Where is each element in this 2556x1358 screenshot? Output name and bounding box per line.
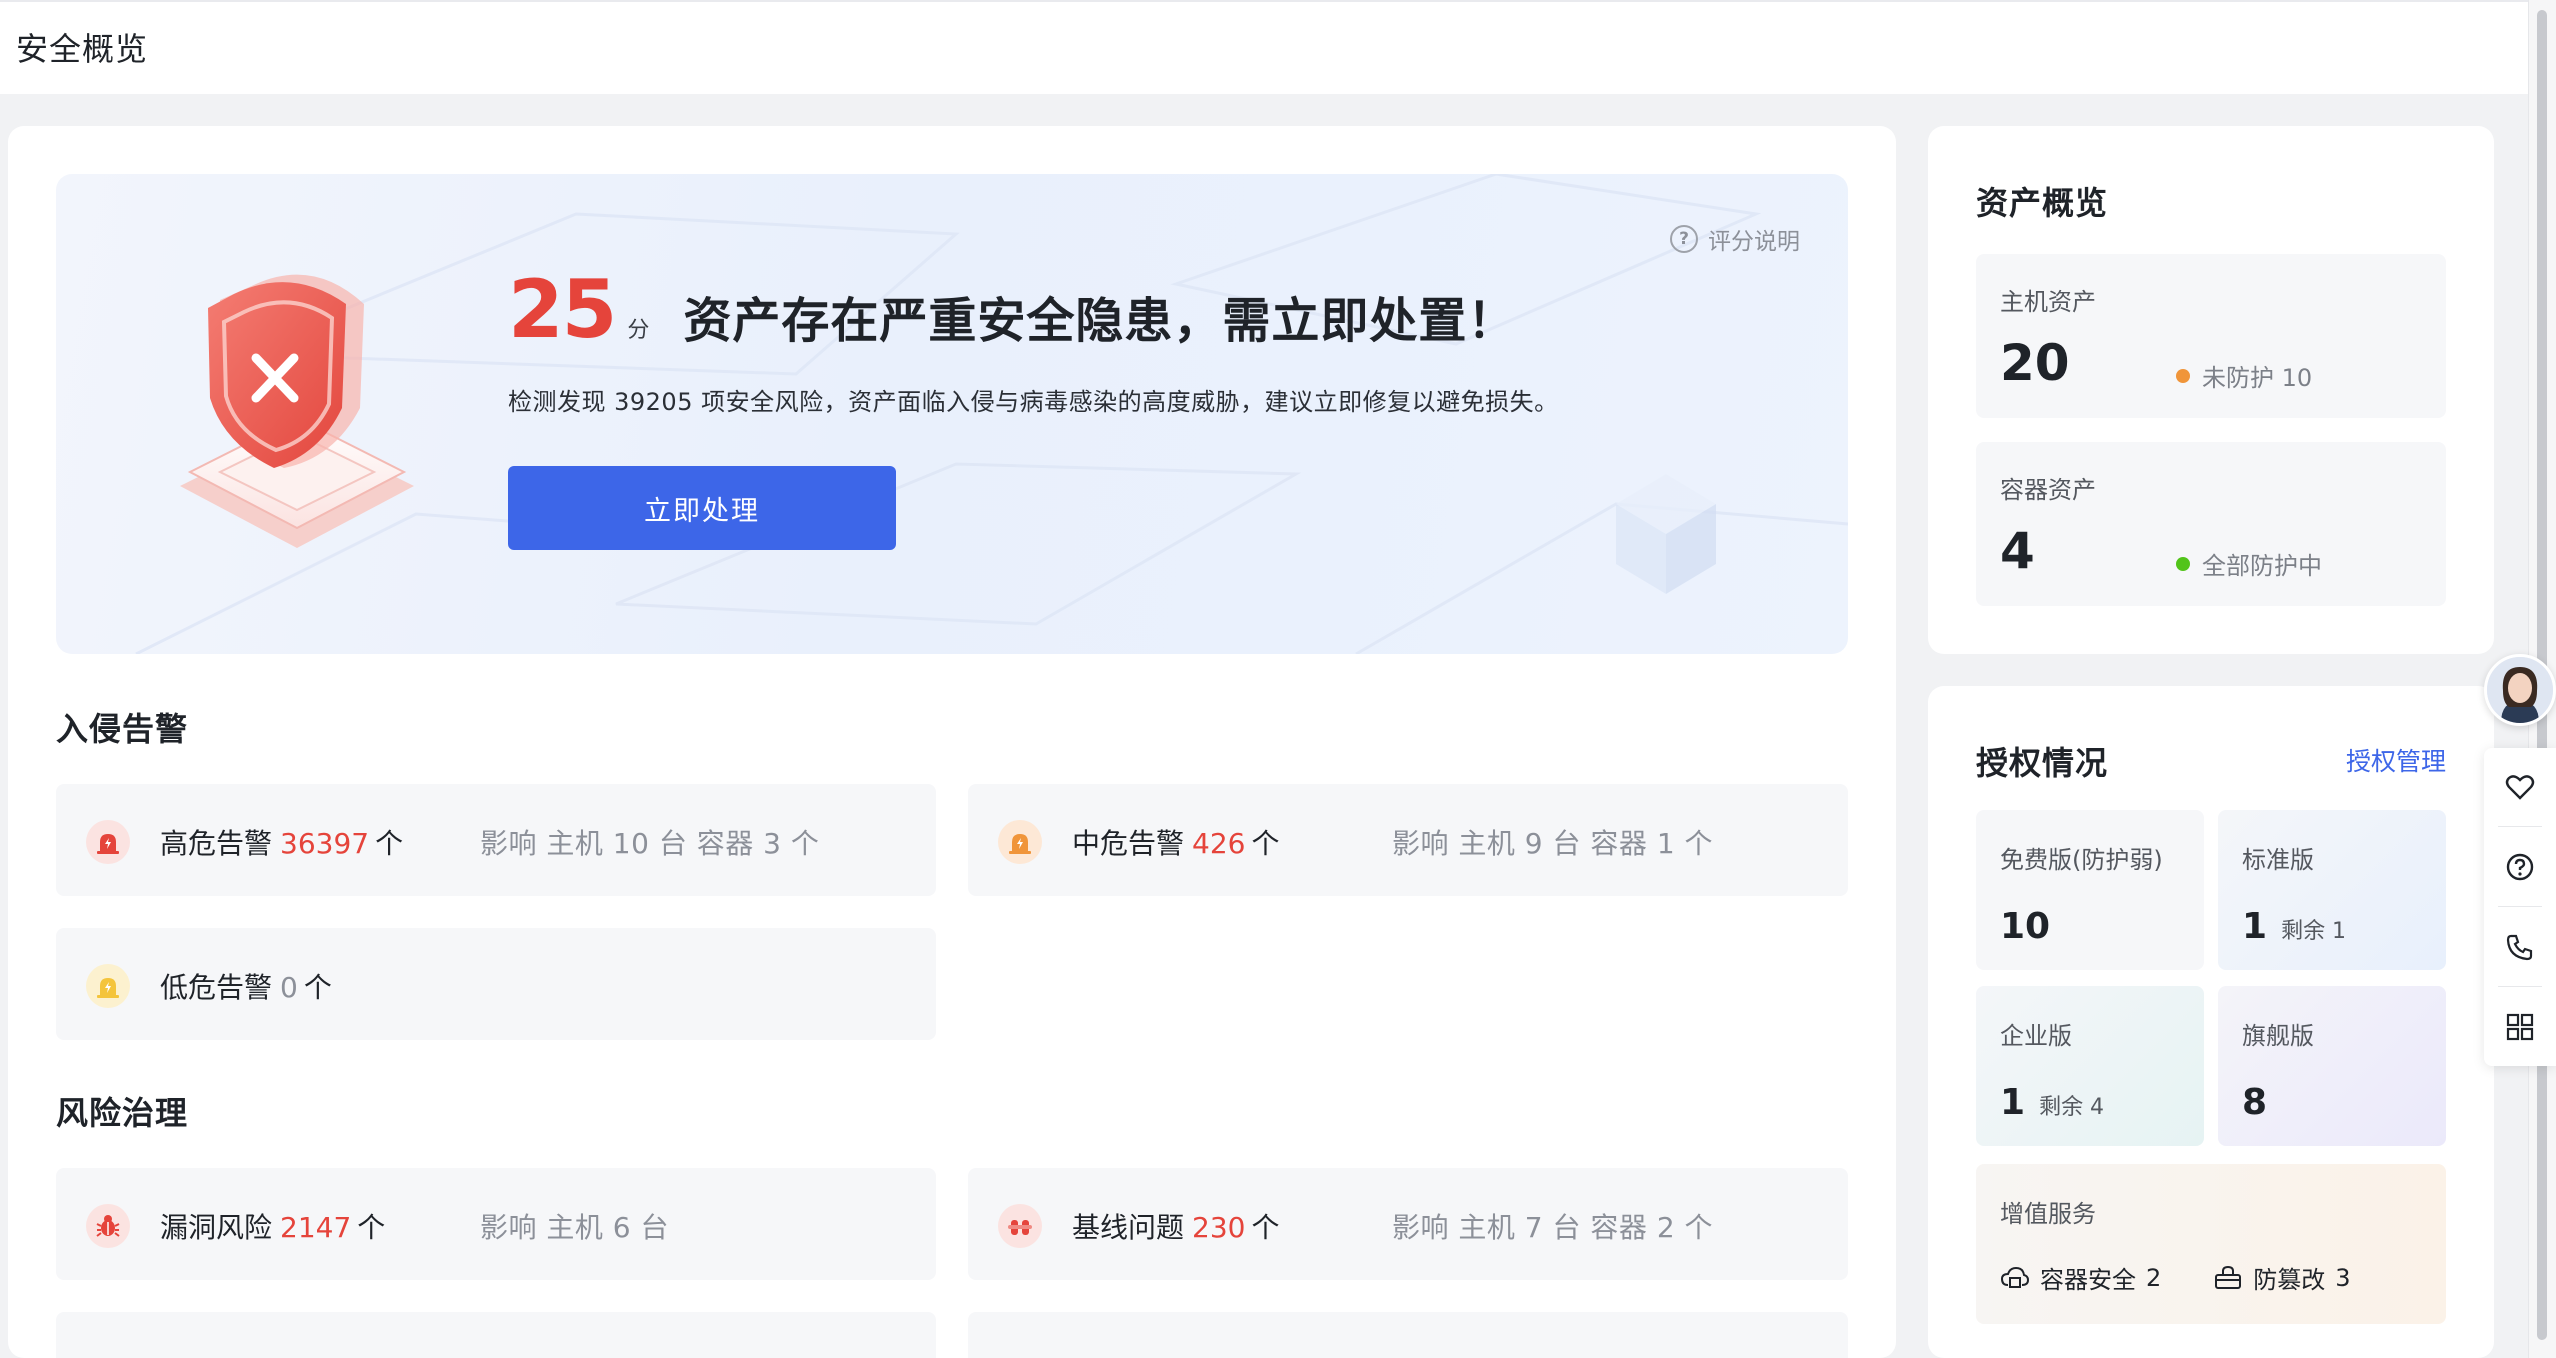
container-security-service[interactable]: 容器安全 2 [2000, 1260, 2161, 1295]
help-icon [2506, 853, 2534, 881]
baseline-issue-tile[interactable]: 基线问题 230 个 影响 主机 7 台 容器 2 个 [968, 1168, 1848, 1280]
help-button[interactable] [2484, 828, 2556, 906]
license-standard-tier[interactable]: 标准版 1 剩余 1 [2218, 810, 2446, 970]
host-asset-status: 未防护 10 [2176, 358, 2312, 393]
assistant-avatar[interactable] [2484, 654, 2556, 726]
host-asset-label: 主机资产 [2000, 288, 2096, 316]
container-cloud-icon [2000, 1266, 2030, 1288]
alert-name: 低危告警 0 个 [160, 971, 332, 1004]
host-asset-count: 20 [2000, 334, 2070, 392]
alert-impact: 影响 主机 10 台 容器 3 个 [480, 827, 820, 860]
score-description: 检测发现 39205 项安全风险，资产面临入侵与病毒感染的高度威胁，建议立即修复… [508, 388, 1559, 416]
shield-warning-icon [180, 274, 414, 548]
heart-icon [2505, 775, 2535, 800]
alert-name: 中危告警 426 个 [1072, 827, 1280, 860]
license-card: 授权情况 授权管理 免费版(防护弱) 10 标准版 1 剩余 1 企业版 1 剩余 … [1928, 686, 2494, 1358]
value-added-services: 增值服务 容器安全 2 防篡改 3 [1976, 1164, 2446, 1324]
floating-toolbar [2484, 748, 2556, 1066]
page-title: 安全概览 [16, 30, 149, 68]
risk-tile-partial[interactable] [56, 1312, 936, 1358]
risk-name: 基线问题 230 个 [1072, 1211, 1280, 1244]
favorite-button[interactable] [2484, 748, 2556, 826]
score-explanation-link[interactable]: ? 评分说明 [1670, 222, 1800, 256]
host-asset-box[interactable]: 主机资产 20 未防护 10 [1976, 254, 2446, 418]
status-dot-icon [2176, 368, 2190, 383]
anti-tamper-service[interactable]: 防篡改 3 [2213, 1260, 2351, 1295]
alert-name: 高危告警 36397 个 [160, 827, 404, 860]
high-risk-alert-tile[interactable]: 高危告警 36397 个 影响 主机 10 台 容器 3 个 [56, 784, 936, 896]
asset-overview-title: 资产概览 [1976, 184, 2109, 222]
contact-button[interactable] [2484, 908, 2556, 986]
risk-impact: 影响 主机 7 台 容器 2 个 [1392, 1211, 1714, 1244]
risk-tile-partial[interactable] [968, 1312, 1848, 1358]
lock-box-icon [2215, 1265, 2242, 1289]
bug-icon [86, 1204, 130, 1248]
license-free-tier[interactable]: 免费版(防护弱) 10 [1976, 810, 2204, 970]
alarm-low-icon [86, 964, 130, 1008]
license-manage-link[interactable]: 授权管理 [2346, 742, 2446, 778]
page-header: 安全概览 [0, 0, 2528, 94]
asset-overview-card: 资产概览 主机资产 20 未防护 10 容器资产 4 全部防护中 [1928, 126, 2494, 654]
intrusion-alert-title: 入侵告警 [56, 710, 189, 748]
score-unit: 分 [627, 318, 650, 343]
license-title: 授权情况 [1976, 744, 2109, 782]
container-asset-label: 容器资产 [2000, 476, 2096, 504]
score-headline: 资产存在严重安全隐患，需立即处置！ [683, 293, 1517, 349]
question-circle-icon: ? [1670, 225, 1698, 253]
risk-name: 漏洞风险 2147 个 [160, 1211, 386, 1244]
medium-risk-alert-tile[interactable]: 中危告警 426 个 影响 主机 9 台 容器 1 个 [968, 784, 1848, 896]
score-value: 25 [508, 263, 617, 356]
container-asset-box[interactable]: 容器资产 4 全部防护中 [1976, 442, 2446, 606]
score-explanation-label: 评分说明 [1708, 229, 1800, 255]
vulnerability-risk-tile[interactable]: 漏洞风险 2147 个 影响 主机 6 台 [56, 1168, 936, 1280]
license-flagship-tier[interactable]: 旗舰版 8 [2218, 986, 2446, 1146]
grid-icon [2506, 1013, 2534, 1041]
risk-impact: 影响 主机 6 台 [480, 1211, 670, 1244]
alert-impact: 影响 主机 9 台 容器 1 个 [1392, 827, 1714, 860]
phone-icon [2506, 934, 2533, 961]
security-score-banner: 25 分 资产存在严重安全隐患，需立即处置！ 检测发现 39205 项安全风险，… [56, 174, 1848, 654]
container-asset-status: 全部防护中 [2176, 546, 2322, 581]
handle-now-button[interactable]: 立即处理 [508, 466, 896, 550]
low-risk-alert-tile[interactable]: 低危告警 0 个 [56, 928, 936, 1040]
container-asset-count: 4 [2000, 522, 2035, 580]
security-score: 25 分 资产存在严重安全隐患，需立即处置！ [508, 270, 1516, 350]
apps-button[interactable] [2484, 988, 2556, 1066]
risk-governance-title: 风险治理 [56, 1094, 189, 1132]
main-card: 25 分 资产存在严重安全隐患，需立即处置！ 检测发现 39205 项安全风险，… [8, 126, 1896, 1358]
status-dot-icon [2176, 556, 2190, 571]
alarm-high-icon [86, 820, 130, 864]
alarm-medium-icon [998, 820, 1042, 864]
baseline-check-icon [998, 1204, 1042, 1248]
license-enterprise-tier[interactable]: 企业版 1 剩余 4 [1976, 986, 2204, 1146]
